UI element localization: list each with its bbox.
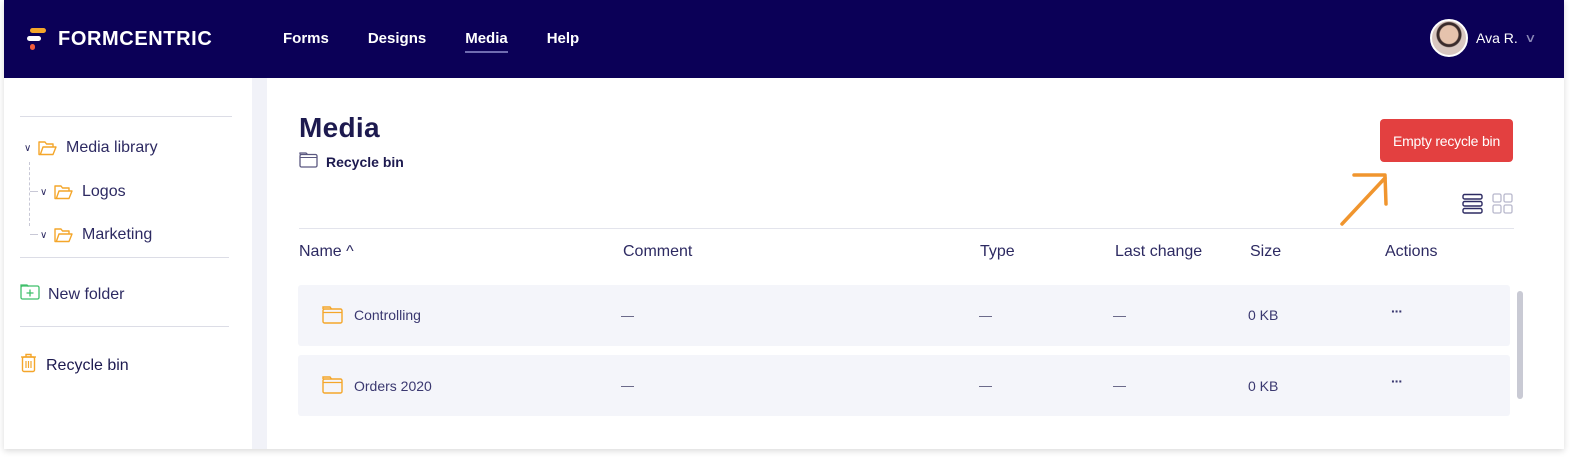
tree-item-logos[interactable]: ∨ Logos — [40, 183, 126, 201]
grid-view-icon[interactable] — [1492, 193, 1513, 219]
sidebar-gutter — [252, 78, 267, 449]
folder-icon — [299, 152, 318, 171]
chevron-down-icon[interactable]: ∨ — [40, 230, 54, 241]
tree-item-media-library[interactable]: ∨ Media library — [24, 139, 158, 157]
sidebar-item-recycle-bin[interactable]: Recycle bin — [20, 353, 129, 378]
sidebar-divider — [20, 326, 229, 327]
user-name: Ava R. — [1476, 30, 1518, 46]
table-scrollbar[interactable] — [1517, 291, 1523, 399]
table-top-divider — [299, 228, 1514, 229]
column-header-comment[interactable]: Comment — [623, 243, 692, 261]
folder-plus-icon — [20, 284, 40, 305]
top-navigation-bar: FORMCENTRIC Forms Designs Media Help Ava… — [4, 0, 1564, 78]
chevron-down-icon[interactable]: ∨ — [24, 143, 38, 154]
annotation-arrow-icon — [1332, 168, 1392, 233]
empty-recycle-bin-button[interactable]: Empty recycle bin — [1380, 119, 1513, 162]
page-title: Media — [299, 112, 380, 143]
row-comment-empty — [621, 386, 634, 387]
nav-media[interactable]: Media — [465, 0, 508, 78]
nav-forms[interactable]: Forms — [283, 0, 329, 78]
list-view-icon[interactable] — [1462, 193, 1483, 219]
logo[interactable]: FORMCENTRIC — [24, 26, 212, 52]
tree-item-marketing[interactable]: ∨ Marketing — [40, 226, 152, 244]
logo-mark-icon — [24, 26, 46, 52]
row-type-empty — [979, 316, 992, 317]
chevron-down-icon[interactable]: ∨ — [1524, 31, 1536, 45]
user-menu[interactable]: Ava R. ∨ — [1430, 19, 1536, 57]
row-comment-empty — [621, 316, 634, 317]
app-window: FORMCENTRIC Forms Designs Media Help Ava… — [4, 0, 1564, 449]
tree-item-label: Marketing — [82, 226, 153, 243]
tree-item-label: Logos — [82, 183, 126, 200]
nav-help[interactable]: Help — [547, 0, 580, 78]
sidebar-divider — [20, 257, 229, 258]
nav-designs[interactable]: Designs — [368, 0, 426, 78]
column-header-last-change[interactable]: Last change — [1115, 243, 1202, 261]
sidebar — [4, 78, 252, 449]
column-header-size[interactable]: Size — [1250, 243, 1281, 261]
tree-guide-line — [29, 162, 30, 226]
row-actions-more-icon[interactable]: ··· — [1391, 303, 1403, 319]
logo-text: FORMCENTRIC — [58, 27, 213, 50]
folder-icon — [322, 376, 343, 399]
row-type-empty — [979, 386, 992, 387]
table-row[interactable]: Orders 2020 0 KB ··· — [298, 355, 1510, 416]
row-size: 0 KB — [1248, 378, 1279, 394]
avatar[interactable] — [1430, 19, 1468, 57]
folder-icon — [322, 306, 343, 329]
row-size: 0 KB — [1248, 307, 1279, 323]
column-header-type[interactable]: Type — [980, 243, 1015, 261]
tree-connector — [30, 191, 38, 192]
folder-open-icon — [54, 227, 73, 243]
new-folder-label: New folder — [48, 285, 125, 303]
folder-open-icon — [54, 184, 73, 200]
recycle-bin-label: Recycle bin — [46, 356, 129, 374]
main-nav: Forms Designs Media Help — [283, 0, 618, 78]
chevron-down-icon[interactable]: ∨ — [40, 187, 54, 198]
breadcrumb[interactable]: Recycle bin — [299, 152, 404, 171]
column-header-actions: Actions — [1385, 243, 1438, 260]
folder-open-icon — [38, 140, 57, 156]
trash-icon — [20, 353, 37, 378]
tree-connector — [30, 234, 38, 235]
column-header-name[interactable]: Name ^ — [299, 243, 354, 261]
row-last-change-empty — [1113, 316, 1126, 317]
new-folder-button[interactable]: New folder — [20, 284, 124, 305]
table-row[interactable]: Controlling 0 KB ··· — [298, 285, 1510, 346]
breadcrumb-label: Recycle bin — [326, 153, 404, 170]
sidebar-divider — [20, 116, 232, 117]
row-last-change-empty — [1113, 386, 1126, 387]
row-name: Orders 2020 — [354, 378, 432, 394]
row-actions-more-icon[interactable]: ··· — [1391, 373, 1403, 389]
row-name: Controlling — [354, 307, 421, 323]
tree-item-label: Media library — [66, 139, 158, 156]
